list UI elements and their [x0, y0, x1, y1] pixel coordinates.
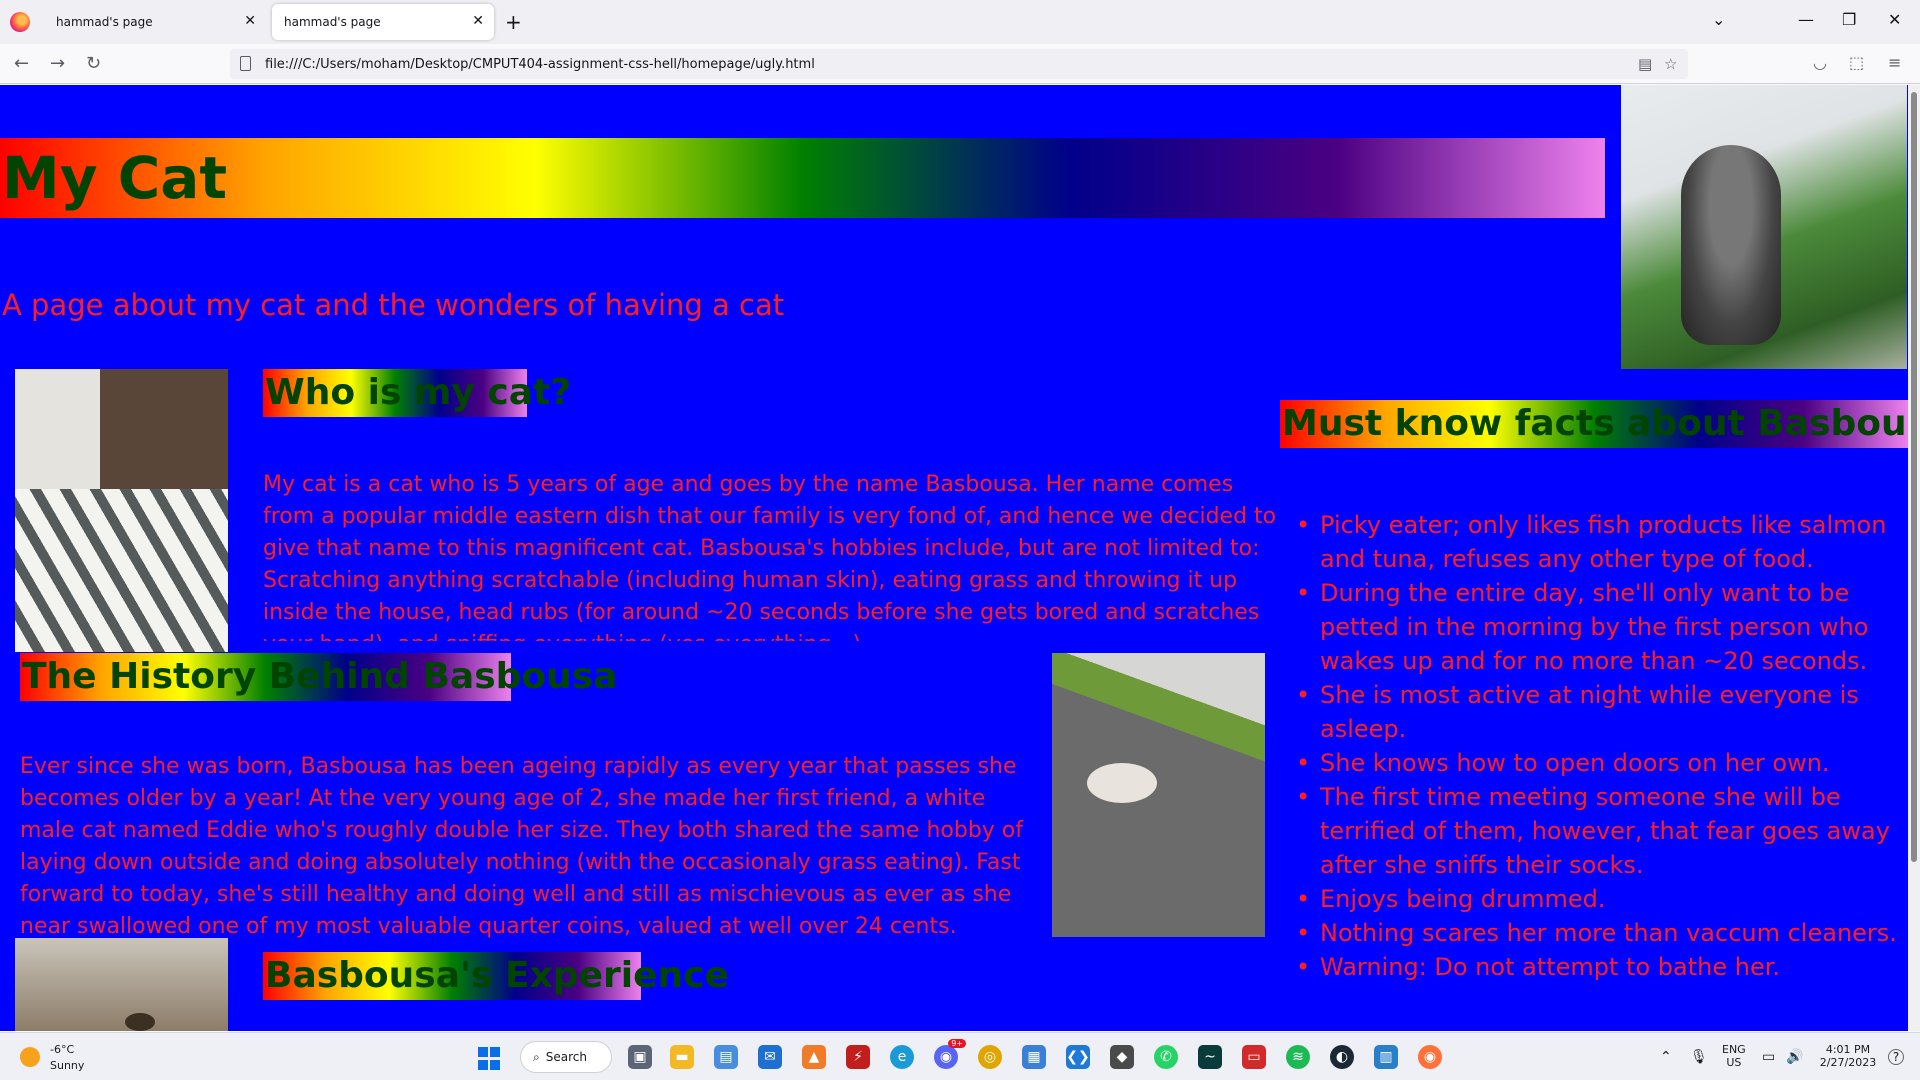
sun-icon[interactable]	[20, 1047, 40, 1067]
who-paragraph: My cat is a cat who is 5 years of age an…	[263, 472, 1277, 641]
facts-list: Picky eater; only likes fish products li…	[1296, 508, 1908, 984]
tab-2-active[interactable]: hammad's page ✕	[272, 4, 494, 40]
language: ENG	[1722, 1043, 1746, 1056]
tab-title: hammad's page	[284, 15, 381, 29]
page-title: My Cat	[0, 138, 1605, 218]
history-paragraph: Ever since she was born, Basbousa has be…	[20, 754, 1024, 939]
list-item: Enjoys being drummed.	[1296, 882, 1908, 916]
network-icon[interactable]: ▭	[1762, 1049, 1775, 1065]
spotify-icon[interactable]: ≋	[1286, 1045, 1310, 1069]
microphone-icon[interactable]: 🎙	[1690, 1049, 1708, 1065]
tray-overflow-icon[interactable]: ⌃	[1660, 1049, 1672, 1065]
page-icon	[240, 56, 251, 71]
weather-temp[interactable]: -6°C	[50, 1043, 74, 1056]
new-tab-icon[interactable]: +	[505, 10, 522, 34]
close-window-icon[interactable]: ✕	[1888, 10, 1901, 29]
url-bar[interactable]: file:///C:/Users/moham/Desktop/CMPUT404-…	[230, 49, 1688, 79]
list-item: Picky eater; only likes fish products li…	[1296, 508, 1908, 576]
taskbar: -6°C Sunny ⌕ Search ▣ ▬ ▤ ✉ ▲ ⚡ e 9+ ◉ ◎ …	[0, 1032, 1920, 1080]
weather-condition[interactable]: Sunny	[50, 1059, 84, 1072]
page-content: My Cat A page about my cat and the wonde…	[0, 85, 1908, 1031]
app-blue-icon[interactable]: ▥	[1374, 1045, 1398, 1069]
facts-heading: Must know facts about Basbousa	[1280, 400, 1908, 448]
file-explorer-icon[interactable]: ▬	[670, 1045, 694, 1069]
restore-icon[interactable]: ❐	[1842, 10, 1856, 29]
app-red-icon[interactable]: ▭	[1242, 1045, 1266, 1069]
vscode-icon[interactable]: ❮❯	[1066, 1045, 1090, 1069]
unity-icon[interactable]: ◆	[1110, 1045, 1134, 1069]
minimize-icon[interactable]: —	[1798, 10, 1814, 29]
help-icon[interactable]: ?	[1888, 1049, 1904, 1065]
nav-bar: ← → ↻ file:///C:/Users/moham/Desktop/CMP…	[0, 44, 1920, 84]
search-icon: ⌕	[533, 1049, 540, 1064]
list-item: Warning: Do not attempt to bathe her.	[1296, 950, 1908, 984]
clock[interactable]: 4:01 PM 2/27/2023	[1818, 1043, 1878, 1069]
notification-badge: 9+	[948, 1039, 966, 1048]
back-icon[interactable]: ←	[14, 53, 29, 74]
cat-photo-3	[1052, 653, 1265, 937]
task-view-icon[interactable]: ▣	[628, 1045, 652, 1069]
firefox-taskbar-icon[interactable]: ◉	[1418, 1045, 1442, 1069]
page-subtitle: A page about my cat and the wonders of h…	[2, 288, 785, 322]
date: 2/27/2023	[1819, 1056, 1877, 1069]
extensions-icon[interactable]: ⬚	[1849, 53, 1864, 72]
mail-icon[interactable]: ✉	[758, 1045, 782, 1069]
list-all-tabs-icon[interactable]: ⌄	[1712, 10, 1725, 29]
url-text[interactable]: file:///C:/Users/moham/Desktop/CMPUT404-…	[265, 57, 815, 72]
list-item: During the entire day, she'll only want …	[1296, 576, 1908, 678]
pocket-icon[interactable]: ◡	[1813, 53, 1827, 72]
who-heading: Who is my cat?	[263, 369, 571, 417]
search-label: Search	[545, 1050, 587, 1064]
discord-icon[interactable]: 9+ ◉	[934, 1039, 966, 1069]
edge-icon[interactable]: e	[890, 1045, 914, 1069]
notepad-icon[interactable]: ▤	[714, 1045, 738, 1069]
language-indicator[interactable]: ENG US	[1722, 1043, 1746, 1069]
app-bolt-icon[interactable]: ⚡	[846, 1045, 870, 1069]
experience-heading: Basbousa's Experience	[263, 952, 729, 1000]
list-item: She is most active at night while everyo…	[1296, 678, 1908, 746]
history-heading: The History Behind Basbousa	[20, 653, 618, 701]
close-tab-icon[interactable]: ✕	[472, 13, 484, 29]
list-item: The first time meeting someone she will …	[1296, 780, 1908, 882]
chrome-icon[interactable]: ◎	[978, 1045, 1002, 1069]
start-button[interactable]	[476, 1045, 502, 1071]
forward-icon[interactable]: →	[50, 53, 65, 74]
tab-bar: hammad's page ✕ hammad's page ✕ + ⌄ — ❐ …	[0, 0, 1920, 44]
time: 4:01 PM	[1825, 1043, 1871, 1056]
reader-view-icon[interactable]: ▤	[1638, 55, 1652, 73]
list-item: Nothing scares her more than vaccum clea…	[1296, 916, 1908, 950]
whatsapp-icon[interactable]: ✆	[1154, 1045, 1178, 1069]
list-item: She knows how to open doors on her own.	[1296, 746, 1908, 780]
store-icon[interactable]: ▦	[1022, 1045, 1046, 1069]
region: US	[1726, 1056, 1742, 1069]
tab-1[interactable]: hammad's page ✕	[44, 4, 266, 40]
steam-icon[interactable]: ◐	[1330, 1045, 1354, 1069]
cat-photo-4	[15, 938, 228, 1031]
terminal-icon[interactable]: ~	[1198, 1045, 1222, 1069]
menu-icon[interactable]: ≡	[1888, 53, 1901, 72]
cat-photo-2	[15, 369, 228, 652]
cat-photo-1	[1621, 85, 1907, 369]
bookmark-star-icon[interactable]: ☆	[1664, 55, 1677, 73]
volume-icon[interactable]: 🔊	[1786, 1049, 1803, 1065]
firefox-icon[interactable]	[10, 12, 30, 32]
scrollbar-thumb[interactable]	[1911, 92, 1917, 862]
tab-title: hammad's page	[56, 15, 153, 29]
search-button[interactable]: ⌕ Search	[520, 1041, 612, 1073]
app-flame-icon[interactable]: ▲	[802, 1045, 826, 1069]
reload-icon[interactable]: ↻	[86, 53, 101, 74]
close-tab-icon[interactable]: ✕	[244, 13, 256, 29]
